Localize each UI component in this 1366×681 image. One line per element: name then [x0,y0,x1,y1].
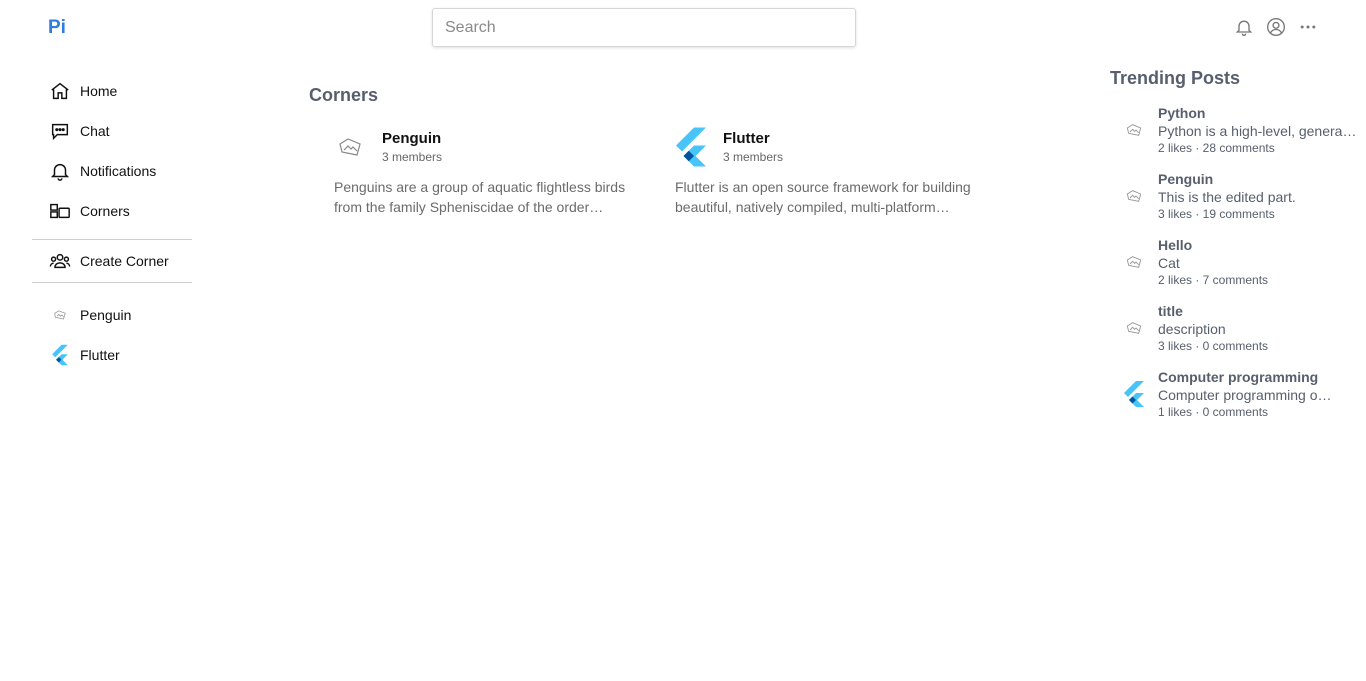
bell-icon[interactable] [1234,17,1254,37]
create-corner-button[interactable]: Create Corner [32,248,192,274]
post-meta: 2 likes · 28 comments [1158,141,1275,155]
sidebar-corner-flutter[interactable]: Flutter [32,331,192,379]
post-body: Python is a high-level, general-purpose … [1158,123,1358,139]
penguin-icon [1122,184,1146,208]
home-icon [48,79,72,103]
trending-posts-panel: Trending Posts Python Python is a high-l… [1110,68,1366,427]
post-body: description [1158,321,1226,337]
sidebar: Home Chat Notifications Corners Create C… [32,71,192,379]
post-body: Cat [1158,255,1180,271]
trending-post[interactable]: Computer programming Computer programmin… [1110,361,1366,427]
account-icon[interactable] [1266,17,1286,37]
post-title: Python [1158,105,1206,121]
chat-icon [48,119,72,143]
sidebar-item-label: Flutter [80,347,120,363]
corner-name: Flutter [723,130,770,147]
search-box[interactable] [432,8,856,47]
trending-title: Trending Posts [1110,68,1241,88]
flutter-icon [1122,381,1146,407]
sidebar-item-label: Corners [80,203,130,219]
sidebar-item-chat[interactable]: Chat [32,111,192,151]
corner-members: 3 members [382,150,443,164]
sidebar-item-label: Home [80,83,118,99]
trending-post[interactable]: Python Python is a high-level, general-p… [1110,97,1366,163]
post-meta: 2 likes · 7 comments [1158,273,1269,287]
penguin-icon [1122,118,1146,142]
group-icon [48,249,72,273]
corner-description: Penguins are a group of aquatic flightle… [334,179,626,215]
sidebar-item-label: Penguin [80,307,132,323]
post-body: This is the edited part. [1158,189,1296,205]
page-title: Corners [309,85,379,105]
corner-card-penguin[interactable]: Penguin 3 members Penguins are a group o… [318,123,638,217]
post-meta: 1 likes · 0 comments [1158,405,1269,419]
corners-icon [48,199,72,223]
flutter-icon [667,123,715,171]
post-meta: 3 likes · 0 comments [1158,339,1269,353]
sidebar-divider [32,282,192,283]
post-title: title [1158,303,1183,319]
penguin-icon [48,303,72,327]
post-title: Hello [1158,237,1193,253]
app-logo[interactable]: Pi [48,17,66,39]
penguin-icon [1122,250,1146,274]
corner-description: Flutter is an open source framework for … [675,179,971,215]
penguin-icon [1122,316,1146,340]
sidebar-item-label: Notifications [80,163,157,179]
trending-post[interactable]: Penguin This is the edited part. 3 likes… [1110,163,1366,229]
search-input[interactable] [445,18,855,37]
create-corner-label: Create Corner [80,253,169,269]
corner-name: Penguin [382,130,442,147]
corner-members: 3 members [723,150,784,164]
trending-post[interactable]: title description 3 likes · 0 comments [1110,295,1366,361]
corner-card-flutter[interactable]: Flutter 3 members Flutter is an open sou… [659,123,979,217]
post-title: Computer programming [1158,369,1319,385]
sidebar-item-corners[interactable]: Corners [32,191,192,231]
sidebar-divider [32,239,192,240]
flutter-icon [48,343,72,367]
sidebar-item-label: Chat [80,123,110,139]
bell-icon [48,159,72,183]
more-icon[interactable] [1298,17,1318,37]
header-actions [1234,17,1318,37]
penguin-icon [326,123,374,171]
post-body: Computer programming or coding is the co… [1158,387,1336,403]
sidebar-item-notifications[interactable]: Notifications [32,151,192,191]
post-title: Penguin [1158,171,1214,187]
post-meta: 3 likes · 19 comments [1158,207,1275,221]
sidebar-item-home[interactable]: Home [32,71,192,111]
sidebar-corner-penguin[interactable]: Penguin [32,299,192,331]
trending-post[interactable]: Hello Cat 2 likes · 7 comments [1110,229,1366,295]
